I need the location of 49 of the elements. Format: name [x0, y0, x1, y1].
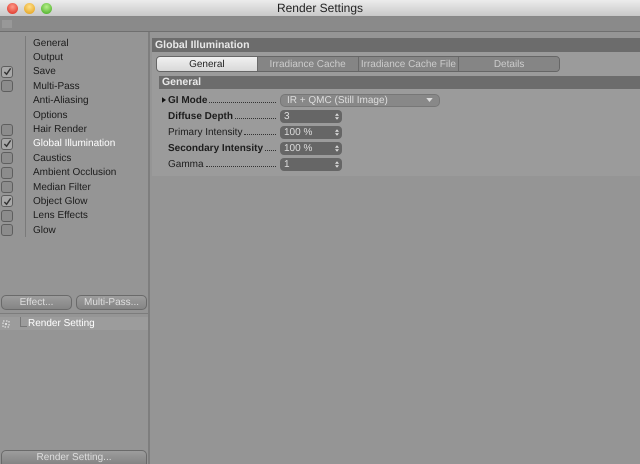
sidebar-item[interactable]: Ambient Occlusion	[33, 167, 116, 178]
sidebar-item[interactable]: Multi-Pass	[33, 80, 80, 92]
sidebar-item[interactable]: Glow	[33, 224, 56, 236]
checkbox[interactable]	[1, 124, 13, 136]
field-label: Diffuse Depth	[168, 110, 233, 122]
checkbox[interactable]	[1, 195, 13, 208]
checkbox[interactable]	[1, 66, 13, 78]
checkbox[interactable]	[1, 166, 13, 179]
tab[interactable]: General	[157, 57, 258, 71]
field-label: Secondary Intensity	[168, 142, 264, 154]
expand-arrow-icon[interactable]	[162, 97, 166, 103]
sidebar-item[interactable]: Hair Render	[33, 124, 87, 136]
sidebar-item[interactable]: Caustics	[33, 152, 72, 164]
stepper-icon[interactable]	[335, 112, 339, 120]
stepper-icon[interactable]	[335, 128, 339, 136]
sidebar-item[interactable]: General	[33, 38, 69, 49]
field-label: GI Mode	[168, 94, 208, 106]
minimize-button[interactable]	[24, 2, 35, 14]
sidebar-item[interactable]: Save	[33, 66, 56, 78]
checkbox[interactable]	[1, 152, 13, 164]
number-field[interactable]: 100 %	[280, 142, 342, 154]
grip-icon[interactable]	[2, 20, 12, 28]
checkbox[interactable]	[1, 210, 13, 222]
field-label: Gamma	[168, 158, 204, 170]
sidebar-item[interactable]: Anti-Aliasing	[33, 95, 89, 106]
sidebar-item[interactable]: Object Glow	[33, 196, 88, 207]
panel-title: Global Illumination	[152, 38, 640, 52]
checkbox[interactable]	[1, 181, 13, 194]
number-field[interactable]: 1	[280, 158, 342, 170]
close-button[interactable]	[7, 2, 18, 14]
sidebar-item[interactable]: Lens Effects	[33, 210, 88, 222]
window-title: Render Settings	[276, 1, 364, 15]
caret-icon	[426, 98, 433, 102]
stepper-icon[interactable]	[335, 144, 339, 152]
sidebar-item[interactable]: Global Illumination	[33, 138, 116, 150]
sidebar-item[interactable]: Median Filter	[33, 182, 91, 193]
zoom-button[interactable]	[41, 2, 52, 14]
stepper-icon[interactable]	[335, 160, 339, 168]
field-label: Primary Intensity	[168, 126, 242, 138]
tree-label: Render Setting	[28, 318, 95, 329]
checkbox[interactable]	[1, 224, 13, 236]
section-header: General	[159, 76, 640, 89]
checkbox[interactable]	[1, 138, 13, 150]
number-field[interactable]: 100 %	[280, 126, 342, 138]
sidebar-item[interactable]: Options	[33, 110, 68, 121]
target-icon	[2, 320, 10, 328]
number-field[interactable]: 3	[280, 110, 342, 122]
checkbox[interactable]	[1, 80, 13, 92]
sidebar-item[interactable]: Output	[33, 52, 64, 64]
